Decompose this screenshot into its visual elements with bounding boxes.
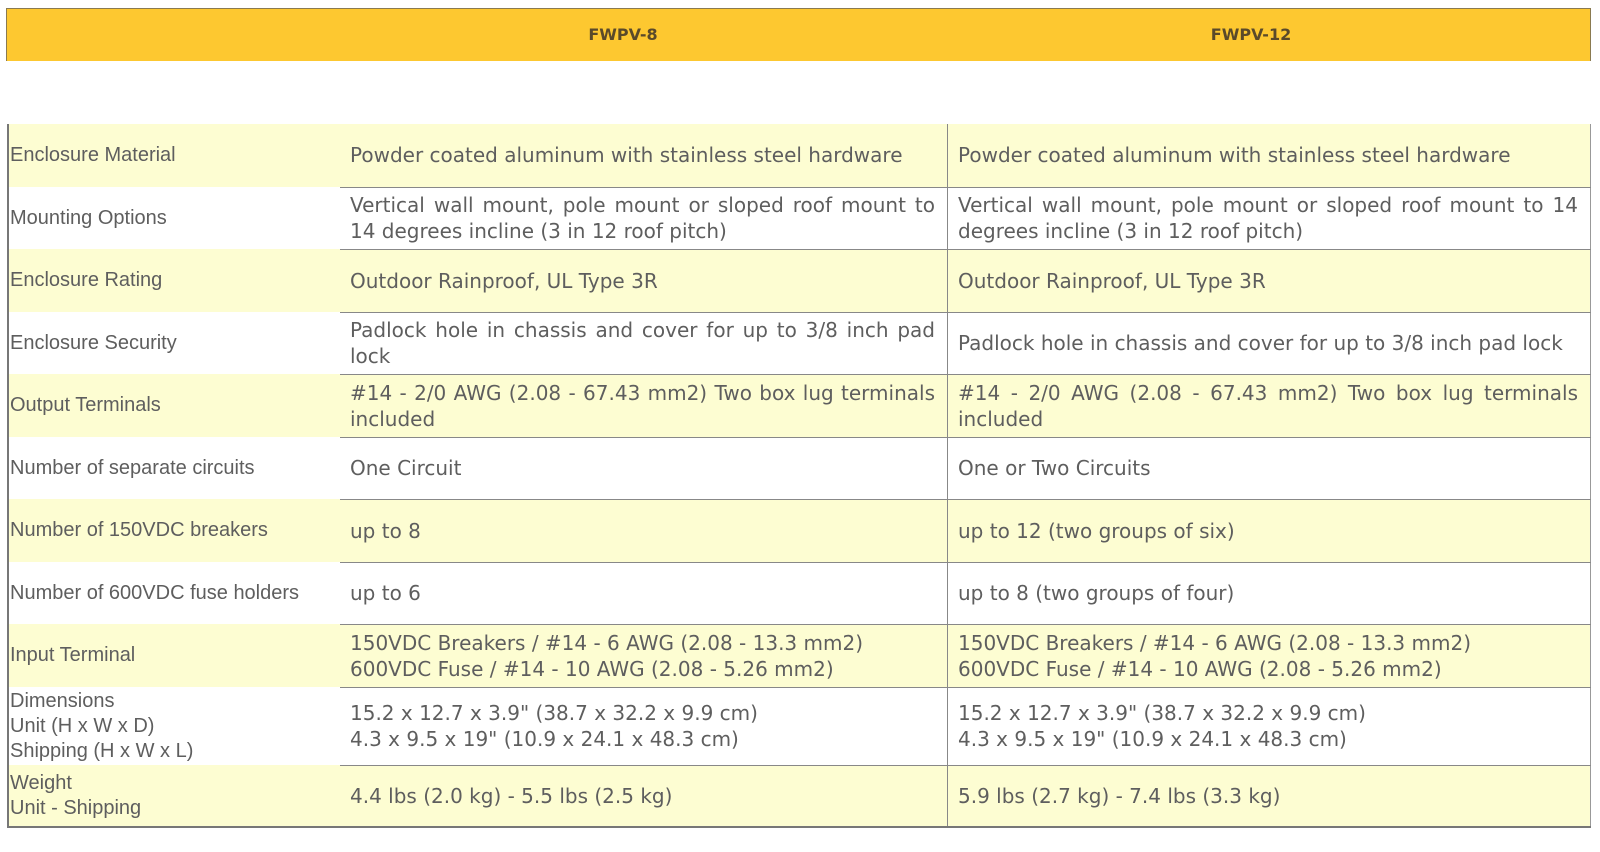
fwpv-8-value: One Circuit — [340, 436, 948, 499]
fwpv-12-value-line: 5.9 lbs (2.7 kg) - 7.4 lbs (3.3 kg) — [958, 783, 1281, 808]
column-header-fwpv-12: FWPV-12 — [1210, 25, 1292, 44]
fwpv-12-value: Outdoor Rainproof, UL Type 3R — [947, 248, 1591, 312]
spec-label: Input Terminal — [8, 624, 340, 687]
table-row: Weight Unit - Shipping 4.4 lbs (2.0 kg) - … — [8, 764, 1591, 827]
table-row: Number of separate circuits One Circuit On… — [8, 436, 1591, 499]
fwpv-12-value: One or Two Circuits — [947, 436, 1591, 499]
fwpv-8-value: 15.2 x 12.7 x 3.9" (38.7 x 32.2 x 9.9 cm… — [340, 686, 948, 765]
fwpv-8-value-line: 600VDC Fuse / #14 - 10 AWG (2.08 - 5.26 … — [350, 656, 834, 681]
fwpv-8-value: 4.4 lbs (2.0 kg) - 5.5 lbs (2.5 kg) — [340, 764, 948, 827]
fwpv-8-value-line: One Circuit — [350, 456, 462, 480]
fwpv-8-value: Outdoor Rainproof, UL Type 3R — [340, 248, 948, 312]
fwpv-12-value-line: 4.3 x 9.5 x 19" (10.9 x 24.1 x 48.3 cm) — [958, 727, 1347, 751]
fwpv-12-value: 150VDC Breakers / #14 - 6 AWG (2.08 - 13… — [947, 623, 1591, 687]
fwpv-12-value-line: Powder coated aluminum with stainless st… — [958, 143, 1511, 168]
table-row: Output Terminals #14 - 2/0 AWG (2.08 - 67… — [8, 373, 1591, 437]
fwpv-8-value: Vertical wall mount, pole mount or slope… — [340, 186, 948, 249]
fwpv-8-value: #14 - 2/0 AWG (2.08 - 67.43 mm2) Two box… — [340, 373, 948, 437]
fwpv-8-value-line: Vertical wall mount, pole mount or slope… — [350, 193, 935, 243]
spec-label-line: Enclosure Security — [10, 331, 177, 354]
table-row: Input Terminal 150VDC Breakers / #14 - 6 … — [8, 623, 1591, 687]
fwpv-12-value: #14 - 2/0 AWG (2.08 - 67.43 mm2) Two box… — [947, 373, 1591, 437]
spec-label-line: Enclosure Rating — [10, 269, 163, 291]
column-header-fwpv-8: FWPV-8 — [588, 25, 658, 44]
spec-label: Number of 150VDC breakers — [8, 499, 340, 562]
spec-label-line: Weight — [10, 771, 72, 794]
spec-label-line: Unit (H x W x D) — [10, 714, 155, 737]
spec-label: Number of separate circuits — [8, 437, 340, 499]
spec-label: Enclosure Material — [8, 124, 340, 187]
spec-label-line: Input Terminal — [10, 644, 136, 666]
spec-label-line: Number of 150VDC breakers — [10, 519, 268, 541]
fwpv-12-value-line: Outdoor Rainproof, UL Type 3R — [958, 268, 1266, 293]
spec-label: Enclosure Rating — [8, 249, 340, 312]
spec-label: Number of 600VDC fuse holders — [8, 562, 340, 624]
table-header-bar: FWPV-8 FWPV-12 — [6, 8, 1591, 61]
table-row: Enclosure Rating Outdoor Rainproof, UL Ty… — [8, 248, 1591, 312]
spec-label-line: Number of 600VDC fuse holders — [10, 581, 300, 604]
fwpv-12-value-line: Vertical wall mount, pole mount or slope… — [958, 193, 1578, 243]
fwpv-8-value-line: up to 8 — [350, 518, 421, 543]
fwpv-12-value: up to 12 (two groups of six) — [947, 498, 1591, 562]
fwpv-8-value: up to 6 — [340, 561, 948, 624]
fwpv-12-value-line: 15.2 x 12.7 x 3.9" (38.7 x 32.2 x 9.9 cm… — [958, 701, 1366, 725]
fwpv-12-value: 15.2 x 12.7 x 3.9" (38.7 x 32.2 x 9.9 cm… — [947, 686, 1591, 765]
spec-label: Weight Unit - Shipping — [8, 765, 340, 827]
table-row: Number of 150VDC breakers up to 8 up to 12… — [8, 498, 1591, 562]
spec-label: Enclosure Security — [8, 312, 340, 374]
table-row: Enclosure Material Powder coated aluminum… — [8, 124, 1591, 187]
spec-label-line: Enclosure Material — [10, 144, 176, 166]
fwpv-8-value-line: 4.3 x 9.5 x 19" (10.9 x 24.1 x 48.3 cm) — [350, 727, 739, 751]
fwpv-8-value: up to 8 — [340, 498, 948, 562]
spec-label-line: Shipping (H x W x L) — [10, 739, 194, 762]
fwpv-8-value: Padlock hole in chassis and cover for up… — [340, 311, 948, 374]
fwpv-8-value-line: Powder coated aluminum with stainless st… — [350, 143, 903, 168]
fwpv-12-value-line: 600VDC Fuse / #14 - 10 AWG (2.08 - 5.26 … — [958, 656, 1442, 681]
table-row: Mounting Options Vertical wall mount, pol… — [8, 186, 1591, 249]
table-row: Enclosure Security Padlock hole in chassi… — [8, 311, 1591, 374]
fwpv-12-value-line: One or Two Circuits — [958, 456, 1151, 480]
fwpv-8-value-line: #14 - 2/0 AWG (2.08 - 67.43 mm2) Two box… — [350, 380, 935, 431]
spec-label: Dimensions Unit (H x W x D) Shipping (H x … — [8, 687, 340, 765]
spec-label: Output Terminals — [8, 374, 340, 437]
fwpv-12-value-line: #14 - 2/0 AWG (2.08 - 67.43 mm2) Two box… — [958, 380, 1578, 431]
spec-label-line: Unit - Shipping — [10, 796, 142, 819]
spec-label: Mounting Options — [8, 187, 340, 249]
fwpv-12-value: Vertical wall mount, pole mount or slope… — [947, 186, 1591, 249]
spec-label-line: Mounting Options — [10, 206, 167, 229]
fwpv-8-value-line: Padlock hole in chassis and cover for up… — [350, 318, 935, 368]
fwpv-12-value: up to 8 (two groups of four) — [947, 561, 1591, 624]
fwpv-12-value-line: Padlock hole in chassis and cover for up… — [958, 331, 1563, 355]
fwpv-12-value-line: up to 12 (two groups of six) — [958, 518, 1235, 543]
fwpv-12-value-line: 150VDC Breakers / #14 - 6 AWG (2.08 - 13… — [958, 630, 1471, 655]
table-row: Number of 600VDC fuse holders up to 6 up t… — [8, 561, 1591, 624]
spec-label-line: Output Terminals — [10, 394, 161, 416]
fwpv-8-value-line: 15.2 x 12.7 x 3.9" (38.7 x 32.2 x 9.9 cm… — [350, 701, 758, 725]
table-row: Dimensions Unit (H x W x D) Shipping (H x … — [8, 686, 1591, 765]
fwpv-12-value: Powder coated aluminum with stainless st… — [948, 124, 1591, 187]
fwpv-8-value-line: Outdoor Rainproof, UL Type 3R — [350, 268, 658, 293]
spec-table: Enclosure Material Powder coated aluminum… — [7, 124, 1591, 828]
spec-label-line: Dimensions — [10, 689, 115, 712]
fwpv-12-value-line: up to 8 (two groups of four) — [958, 581, 1235, 605]
fwpv-8-value-line: 150VDC Breakers / #14 - 6 AWG (2.08 - 13… — [350, 630, 863, 655]
fwpv-8-value: 150VDC Breakers / #14 - 6 AWG (2.08 - 13… — [340, 623, 948, 687]
spec-label-line: Number of separate circuits — [10, 456, 255, 479]
fwpv-12-value: 5.9 lbs (2.7 kg) - 7.4 lbs (3.3 kg) — [947, 764, 1591, 827]
fwpv-8-value-line: up to 6 — [350, 581, 421, 605]
fwpv-8-value: Powder coated aluminum with stainless st… — [340, 124, 948, 187]
fwpv-12-value: Padlock hole in chassis and cover for up… — [947, 311, 1591, 374]
fwpv-8-value-line: 4.4 lbs (2.0 kg) - 5.5 lbs (2.5 kg) — [350, 783, 673, 808]
